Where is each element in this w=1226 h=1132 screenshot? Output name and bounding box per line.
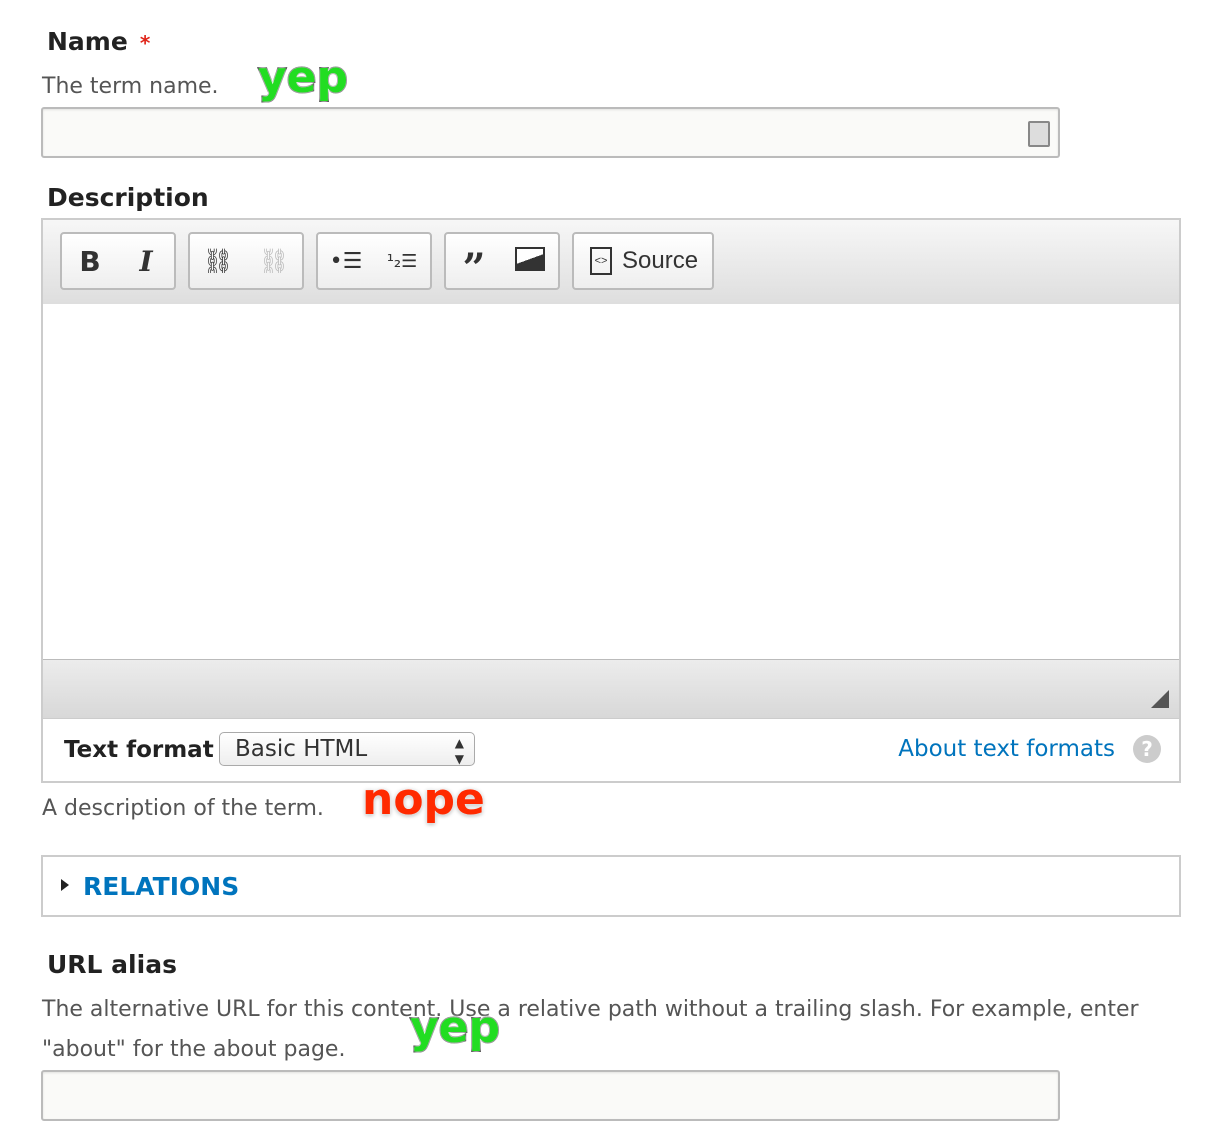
editor-toolbar: B I ⛓ ⛓ •☰ ¹₂☰ ” <> Source: [43, 220, 1179, 305]
name-input[interactable]: [41, 107, 1060, 158]
name-description: The term name.: [42, 74, 219, 99]
description-label: Description: [47, 183, 209, 212]
relations-summary[interactable]: RELATIONS: [83, 872, 239, 901]
url-alias-description-2: "about" for the about page.: [42, 1037, 346, 1062]
url-alias-label: URL alias: [47, 950, 177, 979]
source-button[interactable]: <> Source: [572, 232, 714, 290]
help-icon[interactable]: ?: [1133, 735, 1161, 763]
bold-button[interactable]: B: [62, 245, 118, 278]
italic-button[interactable]: I: [118, 245, 174, 278]
relations-details[interactable]: RELATIONS: [41, 855, 1181, 917]
annotation-nope-description: nope: [362, 774, 485, 825]
numbered-list-icon[interactable]: ¹₂☰: [374, 251, 430, 272]
expand-triangle-icon: [61, 879, 69, 891]
url-alias-description-1: The alternative URL for this content. Us…: [42, 997, 1139, 1022]
text-format-label: Text format: [64, 737, 214, 763]
url-alias-input[interactable]: [41, 1070, 1060, 1121]
editor-footer: [43, 659, 1179, 719]
select-arrows-icon: ▲ ▼: [454, 736, 464, 766]
text-format-value: Basic HTML: [235, 736, 368, 762]
source-icon: <>: [590, 247, 612, 275]
resize-handle-icon[interactable]: [1151, 690, 1169, 708]
unlink-icon[interactable]: ⛓: [246, 247, 302, 275]
text-format-select[interactable]: Basic HTML ▲ ▼: [219, 732, 475, 766]
source-label: Source: [622, 247, 699, 274]
name-label: Name *: [47, 27, 151, 56]
editor-wrapper: B I ⛓ ⛓ •☰ ¹₂☰ ” <> Source Text format B…: [41, 218, 1181, 783]
required-marker: *: [139, 31, 151, 55]
editor-content[interactable]: [43, 304, 1179, 658]
image-icon[interactable]: [502, 245, 558, 278]
text-format-bar: Text format Basic HTML ▲ ▼ About text for…: [43, 718, 1179, 782]
blockquote-icon[interactable]: ”: [446, 231, 502, 292]
description-help: A description of the term.: [42, 796, 324, 821]
about-text-formats-link[interactable]: About text formats: [898, 736, 1115, 762]
annotation-yep-url: yep: [409, 1001, 501, 1054]
bulleted-list-icon[interactable]: •☰: [318, 249, 374, 274]
autofill-icon: [1028, 121, 1050, 147]
annotation-yep-name: yep: [257, 51, 349, 104]
link-icon[interactable]: ⛓: [190, 247, 246, 275]
